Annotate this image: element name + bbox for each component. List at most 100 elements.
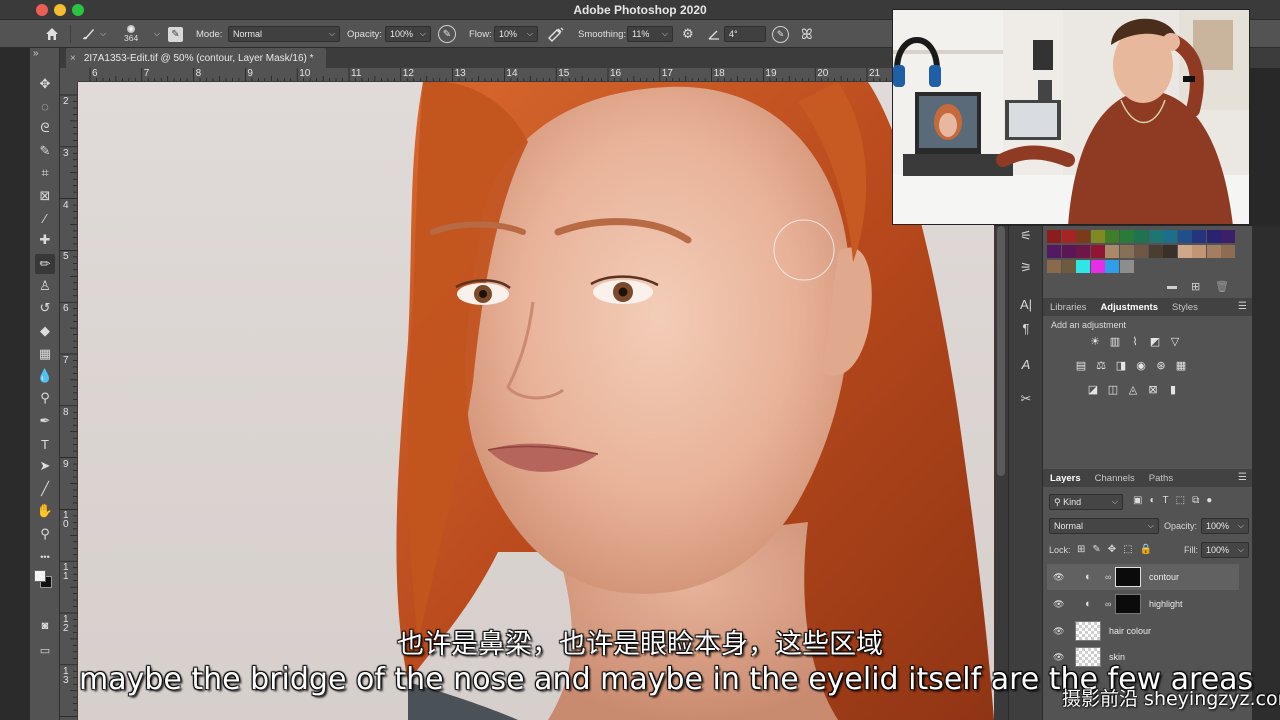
color-swatch[interactable] (1061, 245, 1076, 258)
invert-icon[interactable]: ◪ (1085, 382, 1101, 396)
filter-type-icon[interactable]: T (1163, 495, 1169, 506)
color-swatch[interactable] (1090, 260, 1105, 273)
close-icon[interactable]: × (70, 53, 76, 64)
layer-mask-thumbnail[interactable] (1115, 567, 1141, 587)
color-swatch[interactable] (1134, 230, 1148, 243)
visibility-eye-icon[interactable]: 👁 (1053, 572, 1064, 583)
pressure-opacity-icon[interactable]: ✎ (438, 20, 456, 48)
clone-stamp-tool-icon[interactable]: ♙ (35, 276, 55, 296)
color-swatch[interactable] (1119, 230, 1134, 243)
tab-adjustments[interactable]: Adjustments (1093, 302, 1165, 313)
tab-layers[interactable]: Layers (1043, 473, 1088, 484)
angle-input[interactable]: 4° (724, 20, 766, 48)
color-swatch[interactable] (1148, 245, 1163, 258)
crop-tool-icon[interactable]: ⌗ (35, 163, 55, 183)
layer-row[interactable]: 👁 ◐ ∞ contour (1047, 564, 1239, 590)
color-swatch[interactable] (1047, 230, 1061, 243)
eraser-tool-icon[interactable]: ◆ (35, 321, 55, 341)
adjust-panel-icon[interactable]: ⚞ (1016, 258, 1036, 278)
collapse-panel-icon[interactable]: » (33, 48, 39, 59)
color-swatch[interactable] (1192, 245, 1206, 258)
brush-tool-icon[interactable]: ✏ (35, 254, 55, 274)
history-brush-tool-icon[interactable]: ↺ (35, 298, 55, 318)
flow-input[interactable]: 10% ⌵ (494, 20, 538, 48)
fill-input[interactable]: 100% ⌵ (1201, 542, 1249, 558)
color-swatch[interactable] (1061, 260, 1076, 273)
color-swatch[interactable] (1206, 230, 1221, 243)
home-icon[interactable] (44, 20, 60, 48)
color-swatch[interactable] (1105, 260, 1119, 273)
chevron-down-icon[interactable]: ⌵ (150, 20, 160, 48)
blur-tool-icon[interactable]: 💧 (35, 366, 55, 386)
line-tool-icon[interactable]: ╱ (35, 479, 55, 499)
posterize-icon[interactable]: ◫ (1105, 382, 1121, 396)
character-icon[interactable]: A| (1016, 294, 1036, 314)
lock-position-icon[interactable]: ✥ (1108, 544, 1116, 555)
tab-libraries[interactable]: Libraries (1043, 302, 1093, 313)
path-select-tool-icon[interactable]: ➤ (35, 456, 55, 476)
brush-size-picker[interactable]: 364 (124, 20, 138, 48)
color-swatch[interactable] (1221, 245, 1235, 258)
foreground-color-swatch[interactable] (34, 570, 46, 582)
lock-transparent-icon[interactable]: ⊞ (1077, 544, 1085, 555)
gear-icon[interactable]: ⚙ (682, 20, 694, 48)
brightness-contrast-icon[interactable]: ☀ (1087, 334, 1103, 348)
lock-all-icon[interactable]: 🔒 (1140, 544, 1152, 555)
photo-filter-icon[interactable]: ◉ (1133, 358, 1149, 372)
color-swatch[interactable] (1090, 230, 1105, 243)
link-icon[interactable]: ∞ (1105, 599, 1111, 609)
opacity-input[interactable]: 100% ⌵ (385, 20, 431, 48)
visibility-eye-icon[interactable]: 👁 (1053, 599, 1064, 610)
color-swatch[interactable] (1192, 230, 1206, 243)
color-swatch[interactable] (1105, 230, 1119, 243)
color-swatch[interactable] (1047, 260, 1061, 273)
brush-settings-icon[interactable]: ✎ (168, 20, 183, 48)
threshold-icon[interactable]: ◬ (1125, 382, 1141, 396)
exposure-icon[interactable]: ◩ (1147, 334, 1163, 348)
blend-mode-select[interactable]: Normal ⌵ (1049, 518, 1159, 534)
tab-channels[interactable]: Channels (1088, 473, 1142, 484)
lasso-tool-icon[interactable]: ᘓ (35, 118, 55, 138)
color-swatch[interactable] (1076, 230, 1090, 243)
type-tool-icon[interactable]: T (35, 434, 55, 454)
frame-tool-icon[interactable]: ⊠ (35, 186, 55, 206)
tools-preset-icon[interactable]: ✂ (1016, 389, 1036, 409)
color-swatch[interactable] (1163, 230, 1177, 243)
color-swatch[interactable] (1177, 230, 1192, 243)
color-swatch[interactable] (1148, 230, 1163, 243)
layer-mask-thumbnail[interactable] (1115, 594, 1141, 614)
color-swatch[interactable] (1177, 245, 1192, 258)
panel-menu-icon[interactable]: ☰ (1238, 472, 1247, 483)
hand-tool-icon[interactable]: ✋ (35, 501, 55, 521)
brush-preset-icon[interactable]: ⌵ (80, 20, 106, 48)
filter-smart-object-icon[interactable]: ⧉ (1192, 495, 1199, 506)
filter-shape-icon[interactable]: ⬚ (1176, 495, 1185, 506)
trash-icon[interactable]: 🗑 (1215, 280, 1229, 293)
eyedropper-tool-icon[interactable]: ⁄ (35, 208, 55, 228)
color-swatch[interactable] (1076, 245, 1090, 258)
layer-opacity-input[interactable]: 100% ⌵ (1201, 518, 1249, 534)
tab-styles[interactable]: Styles (1165, 302, 1205, 313)
color-balance-icon[interactable]: ⚖ (1093, 358, 1109, 372)
black-white-icon[interactable]: ◨ (1113, 358, 1129, 372)
color-swatch[interactable] (1105, 245, 1119, 258)
lock-pixels-icon[interactable]: ✎ (1092, 544, 1100, 555)
move-tool-icon[interactable]: ✥ (35, 74, 55, 94)
color-lookup-icon[interactable]: ▦ (1173, 358, 1189, 372)
gradient-tool-icon[interactable]: ▦ (35, 344, 55, 364)
lock-artboard-icon[interactable]: ⬚ (1123, 544, 1132, 555)
gradient-map-icon[interactable]: ▮ (1165, 382, 1181, 396)
new-swatch-icon[interactable]: ⊞ (1191, 280, 1200, 293)
color-swatch[interactable] (1047, 245, 1061, 258)
color-swatch[interactable] (1163, 245, 1177, 258)
channel-mixer-icon[interactable]: ⊛ (1153, 358, 1169, 372)
color-swatch[interactable] (1076, 260, 1090, 273)
color-swatch[interactable] (1206, 245, 1221, 258)
paragraph-icon[interactable]: ¶ (1016, 318, 1036, 338)
layer-row[interactable]: 👁 ◐ ∞ highlight (1047, 591, 1239, 617)
mode-select[interactable]: Normal ⌵ (228, 20, 340, 48)
scrollbar-thumb[interactable] (997, 226, 1005, 476)
glyphs-icon[interactable]: A (1016, 354, 1036, 374)
filter-toggle-icon[interactable]: ● (1206, 495, 1212, 506)
marquee-tool-icon[interactable]: ◌ (35, 96, 55, 116)
